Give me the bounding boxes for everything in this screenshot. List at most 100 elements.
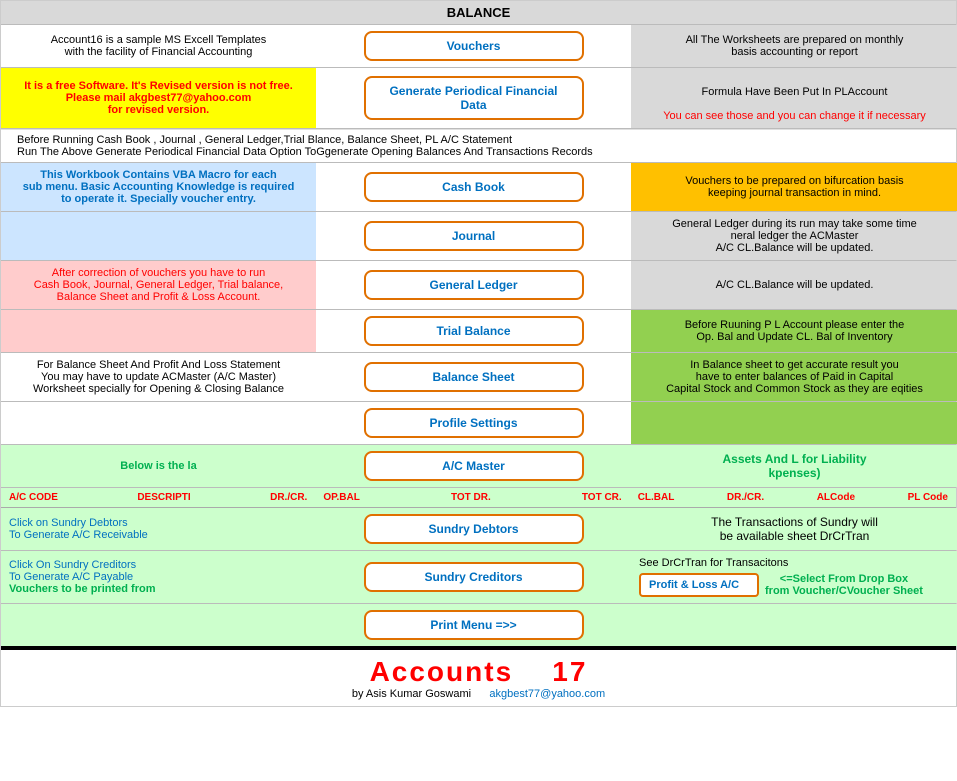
sundry-debtors-button[interactable]: Sundry Debtors — [364, 514, 584, 544]
vba-text: This Workbook Contains VBA Macro for eac… — [23, 169, 295, 205]
select-drop-box-text: <=Select From Drop Box from Voucher/CVou… — [765, 573, 923, 597]
trial-left-empty — [1, 310, 316, 352]
row-print-menu: Print Menu =>> — [1, 604, 956, 648]
formula-line2: You can see those and you can change it … — [663, 110, 926, 122]
worksheets-info: All The Worksheets are prepared on month… — [631, 25, 957, 67]
free-software-info: It is a free Software. It's Revised vers… — [1, 68, 316, 128]
pl-area: <=Select From Drop Box from Voucher/CVou… — [639, 573, 923, 597]
below-layout-text: Below is the la — [120, 460, 196, 472]
account16-text: Account16 is a sample MS Excell Template… — [51, 34, 267, 58]
row-sundry-creditors: Click On Sundry Creditors To Generate A/… — [1, 551, 956, 604]
creditors-left-info: Click On Sundry Creditors To Generate A/… — [1, 551, 316, 603]
descripti-label: DESCRIPTI — [137, 492, 190, 503]
debtors-left-line2: To Generate A/C Receivable — [9, 529, 148, 541]
balance-sheet-left-info: For Balance Sheet And Profit And Loss St… — [1, 353, 316, 401]
ac-code-label: A/C CODE — [9, 492, 58, 503]
bottom-header-right: CL.BAL DR./CR. ALCode PL Code — [630, 490, 956, 505]
cl-balance-text: A/C CL.Balance will be updated. — [716, 279, 874, 291]
trial-balance-button[interactable]: Trial Balance — [364, 316, 584, 346]
tot-dr-label: TOT DR. — [451, 492, 491, 503]
balance-sheet-right-text: In Balance sheet to get accurate result … — [666, 359, 923, 395]
cl-bal-label: CL.BAL — [638, 492, 675, 503]
row-generate: It is a free Software. It's Revised vers… — [1, 68, 956, 129]
debtors-left-line1: Click on Sundry Debtors — [9, 517, 128, 529]
bottom-header-center: OP.BAL TOT DR. TOT CR. — [315, 490, 629, 505]
free-software-text: It is a free Software. It's Revised vers… — [9, 80, 308, 116]
vouchers-btn-cell: Vouchers — [316, 25, 631, 67]
cl-balance-info: A/C CL.Balance will be updated. — [631, 261, 957, 309]
row-cashbook: This Workbook Contains VBA Macro for eac… — [1, 162, 956, 212]
debtors-left-info: Click on Sundry Debtors To Generate A/C … — [1, 508, 316, 550]
row-sundry-debtors: Click on Sundry Debtors To Generate A/C … — [1, 508, 956, 551]
account16-info: Account16 is a sample MS Excell Template… — [1, 25, 316, 67]
op-bal-label: OP.BAL — [323, 492, 360, 503]
alcode-label: ALCode — [817, 492, 855, 503]
formula-info: Formula Have Been Put In PLAccount You c… — [631, 68, 957, 128]
dr-cr2-label: DR./CR. — [727, 492, 764, 503]
profile-settings-button[interactable]: Profile Settings — [364, 408, 584, 438]
balance-sheet-right-info: In Balance sheet to get accurate result … — [631, 353, 957, 401]
profile-settings-btn-cell: Profile Settings — [316, 402, 631, 444]
before-running-pl-text: Before Ruuning P L Account please enter … — [685, 319, 905, 343]
row-profile-settings: Profile Settings — [1, 402, 956, 445]
sundry-creditors-btn-cell: Sundry Creditors — [316, 551, 631, 603]
footer-title-row: Accounts 17 — [7, 656, 950, 688]
profile-right-empty — [631, 402, 957, 444]
note-line2: Run The Above Generate Periodical Financ… — [17, 146, 940, 158]
footer-sub-row: by Asis Kumar Goswami akgbest77@yahoo.co… — [7, 688, 950, 700]
profile-left-empty — [1, 402, 316, 444]
acmaster-button[interactable]: A/C Master — [364, 451, 584, 481]
debtors-right-info: The Transactions of Sundry will be avail… — [631, 508, 957, 550]
trial-balance-btn-cell: Trial Balance — [316, 310, 631, 352]
bottom-header-left: A/C CODE DESCRIPTI DR./CR. — [1, 490, 315, 505]
sundry-debtors-btn-cell: Sundry Debtors — [316, 508, 631, 550]
footer-title-text: Accounts — [370, 656, 514, 687]
creditors-left-line3: Vouchers to be printed from — [9, 583, 155, 595]
after-correction-info: After correction of vouchers you have to… — [1, 261, 316, 309]
balance-sheet-button[interactable]: Balance Sheet — [364, 362, 584, 392]
pl-input-field[interactable] — [639, 573, 759, 597]
general-ledger-note-text: General Ledger during its run may take s… — [672, 218, 917, 254]
balance-sheet-left-text: For Balance Sheet And Profit And Loss St… — [33, 359, 284, 395]
debtors-right-text: The Transactions of Sundry will be avail… — [711, 515, 878, 543]
vba-info: This Workbook Contains VBA Macro for eac… — [1, 163, 316, 211]
before-running-pl-info: Before Ruuning P L Account please enter … — [631, 310, 957, 352]
row-acmaster: Below is the la A/C Master Assets And L … — [1, 445, 956, 488]
dr-cr-label: DR./CR. — [270, 492, 307, 503]
vouchers-bifurcation-info: Vouchers to be prepared on bifurcation b… — [631, 163, 957, 211]
row-general-ledger: After correction of vouchers you have to… — [1, 261, 956, 310]
general-ledger-note: General Ledger during its run may take s… — [631, 212, 957, 260]
print-menu-button[interactable]: Print Menu =>> — [364, 610, 584, 640]
row-journal: Journal General Ledger during its run ma… — [1, 212, 956, 261]
assets-liability-info: Assets And L for Liability kpenses) — [631, 445, 957, 487]
formula-line1: Formula Have Been Put In PLAccount — [702, 86, 888, 98]
row-vouchers: Account16 is a sample MS Excell Template… — [1, 25, 956, 68]
note-line1: Before Running Cash Book , Journal , Gen… — [17, 134, 940, 146]
vouchers-bifurcation-text: Vouchers to be prepared on bifurcation b… — [685, 175, 903, 199]
formula-text: Formula Have Been Put In PLAccount You c… — [663, 74, 926, 122]
footer-number: 17 — [552, 656, 587, 687]
generate-periodical-button[interactable]: Generate Periodical Financial Data — [364, 76, 584, 120]
below-layout-info: Below is the la — [1, 445, 316, 487]
creditors-left-line1: Click On Sundry Creditors — [9, 559, 136, 571]
balance-header-row: BALANCE — [1, 1, 956, 25]
footer-by-label: by Asis Kumar Goswami — [352, 688, 471, 700]
footer-email: akgbest77@yahoo.com — [489, 688, 605, 700]
main-container: BALANCE Account16 is a sample MS Excell … — [0, 0, 957, 707]
bottom-header-codes-row: A/C CODE DESCRIPTI DR./CR. OP.BAL TOT DR… — [1, 488, 956, 508]
print-menu-btn-cell: Print Menu =>> — [316, 604, 631, 646]
creditors-left-line2: To Generate A/C Payable — [9, 571, 133, 583]
row-trial-balance: Trial Balance Before Ruuning P L Account… — [1, 310, 956, 353]
creditors-right-info: See DrCrTran for Transacitons <=Select F… — [631, 551, 957, 603]
tot-cr-label: TOT CR. — [582, 492, 622, 503]
cashbook-button[interactable]: Cash Book — [364, 172, 584, 202]
general-ledger-button[interactable]: General Ledger — [364, 270, 584, 300]
notes-row: Before Running Cash Book , Journal , Gen… — [1, 129, 956, 162]
journal-button[interactable]: Journal — [364, 221, 584, 251]
sundry-creditors-button[interactable]: Sundry Creditors — [364, 562, 584, 592]
generate-btn-cell: Generate Periodical Financial Data — [316, 68, 631, 128]
vouchers-button[interactable]: Vouchers — [364, 31, 584, 61]
after-correction-text: After correction of vouchers you have to… — [34, 267, 283, 303]
balance-title: BALANCE — [1, 1, 956, 24]
creditors-right-line1: See DrCrTran for Transacitons — [639, 557, 788, 569]
